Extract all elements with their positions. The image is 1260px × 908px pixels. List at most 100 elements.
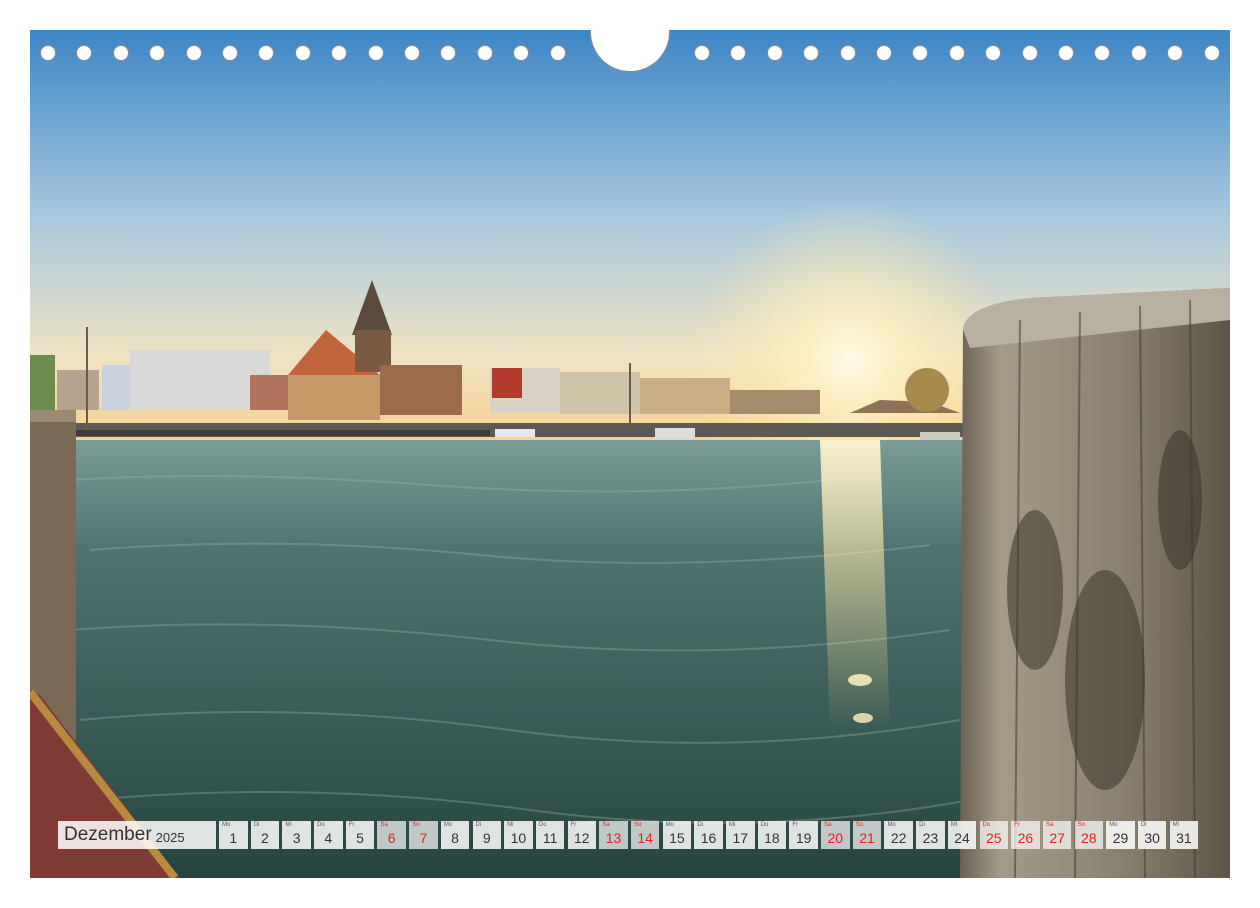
day-number: 7: [419, 830, 428, 846]
day-number: 24: [954, 830, 970, 846]
binding-hole: [876, 45, 892, 61]
day-cell: Mo 8: [440, 821, 470, 849]
day-cell: Mi 24: [947, 821, 977, 849]
weekday-label: Fr: [348, 822, 355, 828]
day-number: 21: [859, 830, 875, 846]
day-number: 17: [732, 830, 749, 846]
day-number: 8: [451, 830, 459, 846]
weekday-label: Di: [475, 822, 482, 828]
binding-hole: [40, 45, 56, 61]
weekday-label: Mo: [887, 822, 896, 828]
binding-hole: [1021, 45, 1038, 61]
day-number: 19: [795, 830, 812, 846]
binding-hole: [1058, 45, 1074, 61]
weekday-label: Fr: [570, 822, 577, 828]
day-cell: Sa 20: [821, 821, 850, 849]
binding-hole: [694, 45, 710, 61]
weekday-label: Di: [919, 822, 925, 828]
weekday-label: Do: [538, 822, 547, 828]
day-number: 16: [700, 830, 717, 846]
binding-hole: [404, 45, 420, 61]
day-cell: Fr 19: [789, 821, 818, 849]
month-name: Dezember: [64, 824, 152, 845]
weekday-label: So: [412, 822, 420, 828]
month-year: 2025: [155, 829, 185, 845]
day-cell: Do 25: [979, 821, 1008, 849]
calendar-strip: Dezember 2025 Mo 1 Di 2 Mi 3 Do 4 Fr 5 Sa 6 So 7 Mo 8 Di…: [58, 821, 1201, 849]
weekday-label: Fr: [1014, 822, 1020, 828]
weekday-label: Sa: [380, 822, 388, 828]
month-label: Dezember 2025: [58, 821, 216, 849]
weekday-label: Mo: [665, 822, 674, 828]
day-number: 30: [1144, 830, 1160, 846]
binding-hole: [367, 45, 384, 61]
day-cell: So 7: [409, 821, 438, 849]
day-cell: Mi 10: [504, 821, 533, 849]
day-cell: Do 11: [535, 821, 565, 849]
day-cell: Fr 12: [567, 821, 597, 849]
weekday-label: Fr: [792, 822, 799, 828]
calendar-page: Dezember 2025 Mo 1 Di 2 Mi 3 Do 4 Fr 5 Sa 6 So 7 Mo 8 Di…: [30, 30, 1230, 878]
day-cell: So 21: [852, 821, 882, 849]
weekday-label: Sa: [602, 822, 610, 828]
day-number: 13: [605, 830, 622, 846]
weekday-label: Do: [317, 822, 325, 828]
day-cell: Mo 15: [662, 821, 692, 849]
day-cell: Mi 31: [1169, 821, 1199, 849]
day-cell: Mo 29: [1106, 821, 1135, 849]
day-cell: Di 2: [250, 821, 280, 849]
day-cell: Di 23: [916, 821, 945, 849]
day-number: 20: [827, 830, 844, 846]
weekday-label: Mi: [507, 822, 514, 828]
day-number: 10: [510, 830, 527, 846]
weekday-label: Do: [982, 822, 991, 828]
day-cell: Di 30: [1137, 821, 1167, 849]
weekday-label: Mi: [950, 822, 958, 828]
binding-hole: [839, 45, 856, 61]
binding-hole: [549, 45, 566, 61]
weekday-label: Mo: [222, 822, 231, 828]
binding-hole: [294, 45, 311, 61]
weekday-label: Di: [1140, 822, 1147, 828]
day-cell: Di 16: [694, 821, 723, 849]
day-number: 18: [764, 830, 780, 846]
day-number: 28: [1081, 830, 1097, 846]
day-cell: Do 4: [314, 821, 343, 849]
weekday-label: Do: [760, 822, 769, 828]
day-number: 31: [1176, 830, 1192, 846]
day-cell: Do 18: [757, 821, 787, 849]
binding-hole: [185, 45, 202, 61]
weekday-label: Mo: [443, 822, 453, 828]
binding-hole: [1130, 45, 1147, 61]
weekday-label: Sa: [824, 822, 832, 828]
day-number: 14: [637, 830, 653, 846]
day-cell: So 28: [1074, 821, 1104, 849]
day-cell: Sa 27: [1042, 821, 1072, 849]
day-number: 2: [261, 830, 269, 846]
binding-hole: [766, 45, 783, 61]
day-number: 25: [985, 830, 1002, 846]
day-cell: Mo 1: [219, 821, 248, 849]
day-cell: Sa 6: [377, 821, 406, 849]
day-number: 27: [1049, 830, 1065, 846]
day-cell: Fr 26: [1011, 821, 1040, 849]
day-number: 6: [387, 830, 396, 846]
day-cell: Mo 22: [884, 821, 913, 849]
day-cell: Sa 13: [599, 821, 628, 849]
harbor-sunset-photo: [30, 30, 1230, 878]
day-cells: Mo 1 Di 2 Mi 3 Do 4 Fr 5 Sa 6 So 7 Mo 8 Di 9 Mi 10 Do 11 Fr 12 S…: [219, 821, 1201, 849]
day-number: 12: [574, 830, 590, 846]
weekday-label: So: [855, 822, 864, 828]
day-number: 22: [890, 830, 907, 846]
day-cell: Mi 3: [282, 821, 311, 849]
binding-hole: [948, 45, 965, 61]
day-number: 29: [1112, 830, 1129, 846]
day-number: 4: [324, 830, 333, 846]
day-number: 11: [542, 830, 558, 846]
weekday-label: Mo: [1109, 822, 1118, 828]
weekday-label: Di: [253, 822, 260, 828]
binding-hole: [1203, 45, 1220, 61]
day-cell: Fr 5: [345, 821, 375, 849]
weekday-label: Mi: [285, 822, 292, 828]
day-number: 3: [292, 830, 301, 846]
